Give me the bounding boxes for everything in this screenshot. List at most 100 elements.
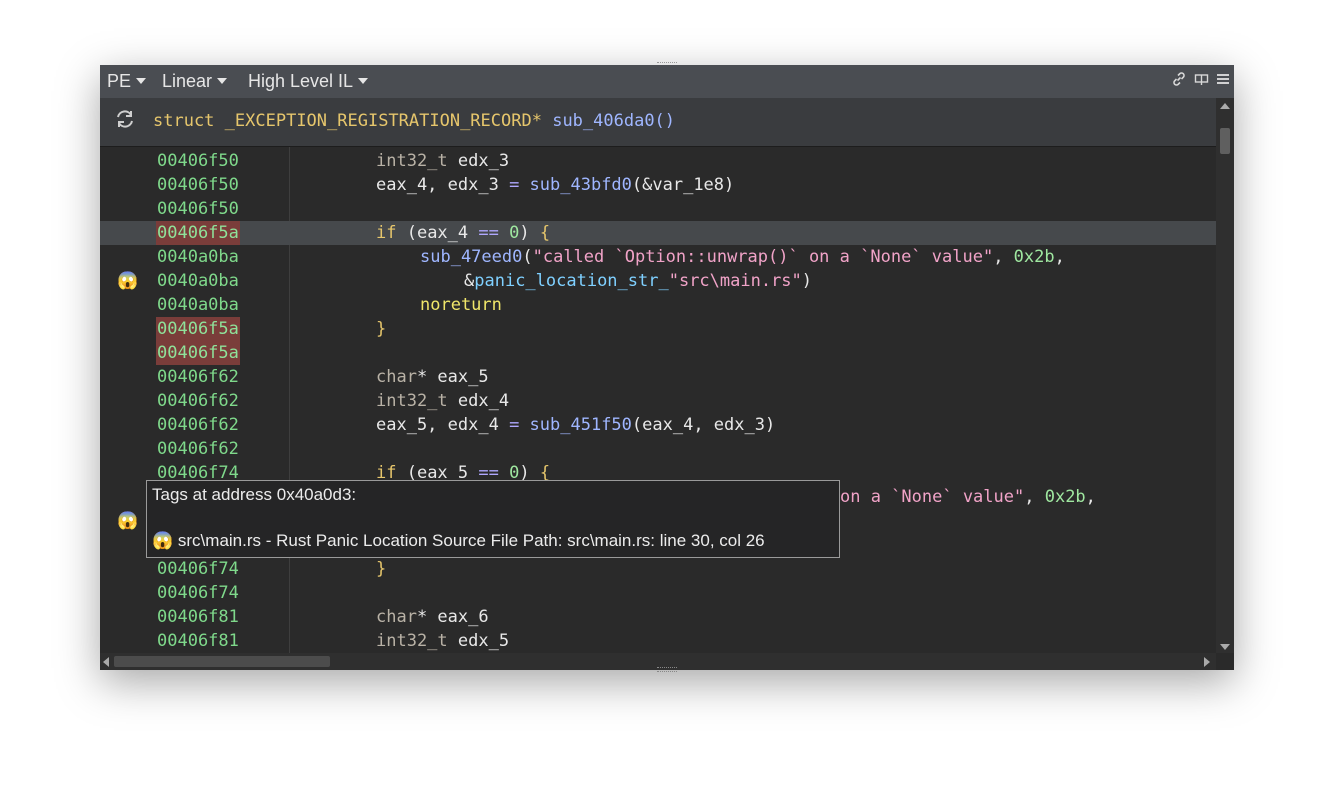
- code-token[interactable]: 0x2b: [1014, 247, 1055, 267]
- line-address[interactable]: 00406f62: [156, 437, 240, 461]
- code-token[interactable]: ==: [478, 223, 509, 243]
- link-icon[interactable]: [1171, 71, 1187, 92]
- code-token[interactable]: if: [376, 223, 407, 243]
- pane-resize-grip-bottom[interactable]: [657, 667, 677, 672]
- line-address[interactable]: 0040a0ba: [156, 293, 240, 317]
- line-address[interactable]: 00406f50: [156, 173, 240, 197]
- code-line[interactable]: 00406f50 int32_t edx_3: [100, 149, 1216, 173]
- code-token[interactable]: * eax_5: [417, 367, 489, 387]
- code-line[interactable]: 00406f62: [100, 437, 1216, 461]
- code-token[interactable]: sub_47eed0: [420, 247, 522, 267]
- line-address[interactable]: 00406f5a: [156, 221, 240, 245]
- code-token[interactable]: "called `Option::unwrap()` on a `None` v…: [533, 247, 994, 267]
- code-text[interactable]: int32_t edx_3: [376, 149, 509, 173]
- line-address[interactable]: 00406f74: [156, 557, 240, 581]
- code-token[interactable]: 0: [509, 223, 519, 243]
- scroll-up-arrow-icon[interactable]: [1220, 103, 1230, 109]
- code-text[interactable]: sub_47eed0("called `Option::unwrap()` on…: [420, 245, 1065, 269]
- code-line[interactable]: 00406f62 eax_5, edx_4 = sub_451f50(eax_4,…: [100, 413, 1216, 437]
- code-token[interactable]: int32_t: [376, 151, 458, 171]
- code-token[interactable]: noreturn: [420, 295, 502, 315]
- code-token[interactable]: char: [376, 607, 417, 627]
- code-token[interactable]: ): [802, 271, 812, 291]
- code-token[interactable]: sub_43bfd0: [530, 175, 632, 195]
- code-token[interactable]: (&var_1e8): [632, 175, 734, 195]
- line-address[interactable]: 0040a0ba: [156, 269, 240, 293]
- code-token[interactable]: &: [464, 271, 474, 291]
- code-text[interactable]: eax_5, edx_4 = sub_451f50(eax_4, edx_3): [376, 413, 775, 437]
- code-token[interactable]: edx_4: [458, 391, 509, 411]
- il-level-dropdown[interactable]: High Level IL: [248, 70, 369, 92]
- split-view-icon[interactable]: [1194, 71, 1210, 92]
- code-line[interactable]: 0040a0ba sub_47eed0("called `Option::unwr…: [100, 245, 1216, 269]
- code-line[interactable]: 00406f50: [100, 197, 1216, 221]
- code-line[interactable]: 00406f5a: [100, 341, 1216, 365]
- code-text[interactable]: eax_4, edx_3 = sub_43bfd0(&var_1e8): [376, 173, 734, 197]
- code-token[interactable]: sub_451f50: [530, 415, 632, 435]
- line-address[interactable]: 00406f5a: [156, 317, 240, 341]
- line-address[interactable]: 00406f5a: [156, 341, 240, 365]
- code-text[interactable]: }: [376, 557, 386, 581]
- code-line[interactable]: 0040a0ba 😱 &panic_location_str_"src\main.r…: [100, 269, 1216, 293]
- line-address[interactable]: 00406f62: [156, 365, 240, 389]
- code-token[interactable]: edx_3: [458, 151, 509, 171]
- code-token[interactable]: char: [376, 367, 417, 387]
- code-token[interactable]: ): [519, 223, 539, 243]
- code-line[interactable]: 0040a0ba noreturn: [100, 293, 1216, 317]
- code-line[interactable]: 00406f62 char* eax_5: [100, 365, 1216, 389]
- code-text[interactable]: on a `None` value", 0x2b,: [840, 485, 1096, 509]
- code-text[interactable]: char* eax_5: [376, 365, 489, 389]
- code-text[interactable]: char* eax_6: [376, 605, 489, 629]
- view-mode-dropdown[interactable]: Linear: [162, 70, 228, 92]
- line-address[interactable]: 00406f62: [156, 389, 240, 413]
- code-token[interactable]: ,: [1055, 247, 1065, 267]
- line-address[interactable]: 00406f74: [156, 581, 240, 605]
- code-text[interactable]: int32_t edx_4: [376, 389, 509, 413]
- view-type-dropdown[interactable]: PE: [107, 70, 147, 92]
- code-line[interactable]: 00406f81 char* eax_6: [100, 605, 1216, 629]
- code-token[interactable]: eax_4, edx_3: [376, 175, 509, 195]
- code-token[interactable]: eax_5, edx_4: [376, 415, 509, 435]
- code-text[interactable]: int32_t edx_5: [376, 629, 509, 653]
- code-token[interactable]: 0x2b: [1045, 487, 1086, 507]
- code-token[interactable]: }: [376, 319, 386, 339]
- line-address[interactable]: 00406f50: [156, 149, 240, 173]
- code-token[interactable]: (: [522, 247, 532, 267]
- code-token[interactable]: =: [509, 415, 529, 435]
- horizontal-scroll-thumb[interactable]: [114, 656, 330, 667]
- code-text[interactable]: if (eax_4 == 0) {: [376, 221, 550, 245]
- scroll-right-arrow-icon[interactable]: [1204, 657, 1210, 667]
- line-address[interactable]: 0040a0ba: [156, 245, 240, 269]
- code-token[interactable]: }: [376, 559, 386, 579]
- code-token[interactable]: ,: [1086, 487, 1096, 507]
- refresh-icon[interactable]: [114, 108, 136, 136]
- code-line[interactable]: 00406f50 eax_4, edx_3 = sub_43bfd0(&var_1…: [100, 173, 1216, 197]
- code-line[interactable]: 00406f81 int32_t edx_5: [100, 629, 1216, 653]
- code-text[interactable]: &panic_location_str_"src\main.rs"): [464, 269, 812, 293]
- code-token[interactable]: int32_t: [376, 631, 458, 651]
- line-address[interactable]: 00406f50: [156, 197, 240, 221]
- vertical-scrollbar[interactable]: [1216, 98, 1234, 653]
- code-listing[interactable]: 00406f50 int32_t edx_3 00406f50 eax_4, edx_…: [100, 147, 1216, 653]
- code-token[interactable]: edx_5: [458, 631, 509, 651]
- scroll-left-arrow-icon[interactable]: [103, 657, 109, 667]
- code-token[interactable]: =: [509, 175, 529, 195]
- code-token[interactable]: "src\main.rs": [669, 271, 802, 291]
- code-text[interactable]: }: [376, 317, 386, 341]
- code-token[interactable]: panic_location_str_: [474, 271, 668, 291]
- code-text[interactable]: noreturn: [420, 293, 502, 317]
- hamburger-menu-icon[interactable]: [1216, 71, 1230, 92]
- tag-emoji-icon[interactable]: 😱: [117, 269, 138, 293]
- function-signature[interactable]: struct _EXCEPTION_REGISTRATION_RECORD* s…: [153, 111, 675, 131]
- code-token[interactable]: ,: [993, 247, 1013, 267]
- vertical-scroll-thumb[interactable]: [1220, 128, 1230, 154]
- tag-emoji-icon[interactable]: 😱: [117, 509, 138, 533]
- code-line[interactable]: 00406f74: [100, 581, 1216, 605]
- code-line[interactable]: 00406f5a if (eax_4 == 0) {: [100, 221, 1216, 245]
- scroll-down-arrow-icon[interactable]: [1220, 644, 1230, 650]
- code-token[interactable]: ,: [1024, 487, 1044, 507]
- code-token[interactable]: (eax_4, edx_3): [632, 415, 775, 435]
- code-line[interactable]: 00406f74}: [100, 557, 1216, 581]
- code-token[interactable]: int32_t: [376, 391, 458, 411]
- code-line[interactable]: 00406f62 int32_t edx_4: [100, 389, 1216, 413]
